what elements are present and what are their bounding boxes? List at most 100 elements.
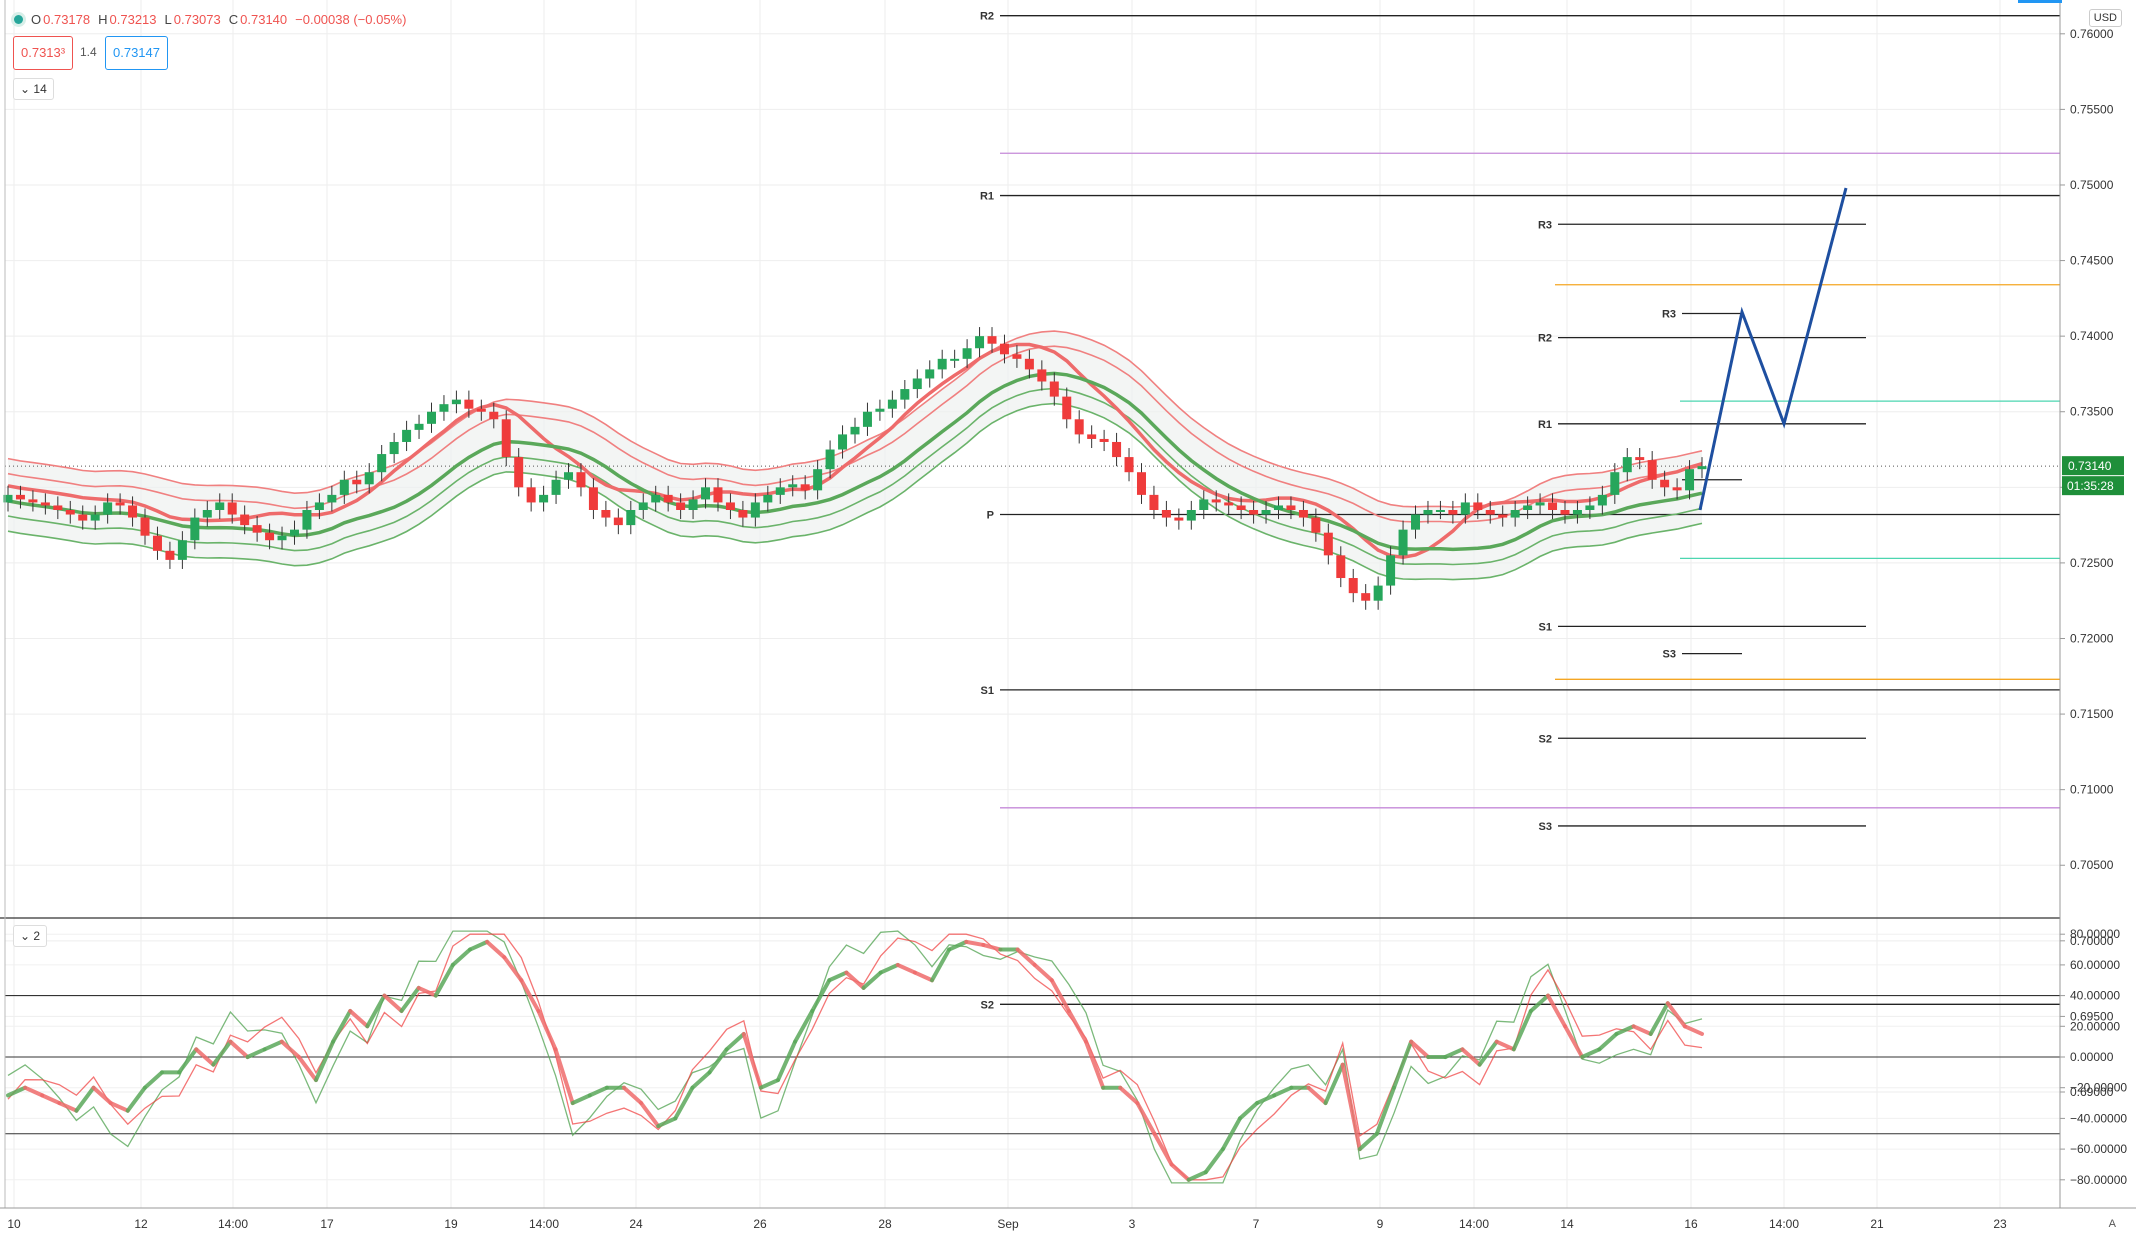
auto-scale-button[interactable]: A — [2109, 1218, 2116, 1230]
daily-pivot-label: R2 — [1538, 333, 1552, 345]
candle — [588, 487, 598, 510]
osc-tick-label: −80.00000 — [2070, 1173, 2127, 1187]
osc-main-segment — [1032, 962, 1054, 983]
candle — [813, 469, 823, 491]
price-chart[interactable]: R2R1PS1S2R3R2R1S1S2S3R3S3 0.775000.77000… — [0, 0, 2136, 1236]
intraday-pivot-label: R3 — [1662, 308, 1676, 320]
price-tick-label: 0.74000 — [2070, 329, 2114, 343]
projected-move — [1698, 187, 1848, 511]
candle — [651, 494, 661, 503]
osc-main-segment — [245, 1047, 267, 1059]
daily-pivot-label: R1 — [1538, 419, 1552, 431]
daily-pivot-label: S3 — [1539, 821, 1552, 833]
candle — [389, 441, 399, 455]
candle — [1149, 494, 1159, 510]
candle — [1249, 509, 1259, 515]
osc-main-segment — [1580, 1047, 1602, 1059]
candle — [414, 423, 424, 430]
price-tick-label: 0.70500 — [2070, 858, 2114, 872]
main-indicators-toggle[interactable]: ⌄ 14 — [13, 78, 54, 100]
candle — [40, 502, 50, 506]
osc-main-segment — [1665, 1001, 1687, 1029]
candle — [688, 499, 698, 510]
price-tick-label: 0.75000 — [2070, 178, 2114, 192]
osc-main-segment — [570, 1093, 592, 1106]
candle — [501, 419, 511, 458]
price-tick-label: 0.73500 — [2070, 405, 2114, 419]
time-tick-label: 19 — [444, 1217, 458, 1231]
candle — [1186, 509, 1196, 521]
candle — [887, 399, 897, 409]
candle — [1286, 505, 1296, 510]
price-tick-label: 0.74500 — [2070, 254, 2114, 268]
candle — [912, 378, 922, 390]
candle — [1074, 419, 1084, 435]
chevron-down-icon: ⌄ — [20, 82, 31, 96]
candle — [427, 411, 436, 424]
candle — [227, 502, 237, 515]
candle — [1435, 509, 1445, 512]
osc-main-segment — [1682, 1024, 1704, 1036]
osc-main-segment — [1528, 993, 1550, 1013]
currency-button[interactable]: USD — [2088, 9, 2122, 27]
candle — [1660, 479, 1670, 488]
candle — [725, 502, 735, 510]
low-value: 0.73073 — [173, 12, 221, 27]
candle — [202, 509, 212, 518]
osc-main-segment — [1186, 1170, 1208, 1182]
candle — [1448, 509, 1458, 515]
osc-main-segment — [895, 962, 917, 975]
low-label: L — [164, 12, 172, 27]
candle — [1672, 487, 1682, 491]
candle — [489, 411, 499, 420]
oscillator-pane — [5, 930, 2060, 1184]
candle — [862, 411, 872, 427]
osc-main-segment — [1443, 1047, 1465, 1059]
candle — [1236, 505, 1246, 510]
weekly-pivot-label: R2 — [980, 11, 994, 23]
osc-main-segment — [279, 1039, 301, 1059]
oscillator-toggle[interactable]: ⌄ 2 — [13, 925, 48, 947]
candle — [1647, 460, 1657, 480]
candle — [601, 509, 611, 518]
high-value: 0.73213 — [109, 12, 157, 27]
osc-tick-label: 40.00000 — [2070, 989, 2120, 1003]
spread-value: 1.4 — [80, 45, 97, 59]
candle — [464, 399, 474, 409]
osc-main-segment — [758, 1078, 780, 1090]
candle — [1136, 472, 1146, 495]
candle — [663, 494, 673, 503]
osc-main-segment — [912, 970, 934, 983]
candle — [1386, 555, 1396, 586]
candle — [364, 472, 374, 485]
candle — [265, 532, 275, 541]
candle — [975, 336, 985, 349]
osc-main-segment — [1409, 1039, 1431, 1059]
candle — [825, 449, 835, 470]
candle — [962, 348, 972, 359]
candle — [1585, 505, 1595, 510]
candle — [1597, 494, 1607, 506]
weekly-pivot-label: S2 — [981, 999, 994, 1011]
osc-tick-label: 20.00000 — [2070, 1019, 2120, 1033]
sell-button[interactable]: 0.7313³ — [13, 36, 74, 70]
candle — [1685, 469, 1695, 491]
candle — [1535, 502, 1545, 506]
osc-main-segment — [1546, 993, 1568, 1029]
candle — [900, 389, 910, 400]
candle — [1423, 509, 1433, 515]
candle — [1485, 509, 1495, 515]
buy-button[interactable]: 0.73147 — [105, 36, 168, 70]
candle — [713, 487, 723, 503]
time-tick-label: 28 — [878, 1217, 892, 1231]
time-tick-label: 21 — [1870, 1217, 1884, 1231]
candle — [439, 404, 449, 412]
time-tick-label: 14 — [1560, 1217, 1574, 1231]
top-accent — [2018, 0, 2062, 3]
daily-pivot-label: R3 — [1538, 219, 1552, 231]
countdown-label: 01:35:28 — [2067, 479, 2114, 493]
osc-main-segment — [1203, 1147, 1225, 1175]
candle — [800, 484, 810, 491]
projection-path — [1698, 187, 1848, 511]
candle — [788, 484, 798, 488]
